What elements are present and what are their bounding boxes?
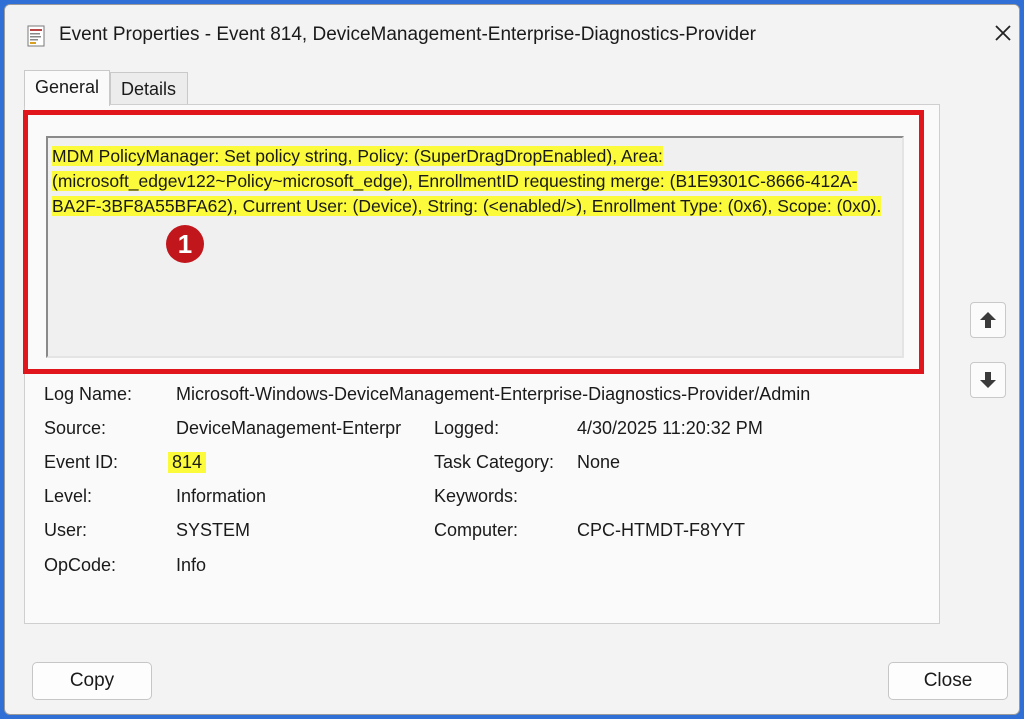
tab-details[interactable]: Details [110, 72, 188, 106]
next-event-button[interactable] [970, 362, 1006, 398]
event-id-label: Event ID: [44, 452, 119, 472]
source-label: Source: [44, 418, 107, 438]
computer-value: CPC-HTMDT-F8YYT [577, 520, 745, 540]
user-label: User: [44, 520, 88, 540]
event-description: MDM PolicyManager: Set policy string, Po… [52, 146, 882, 216]
title-bar[interactable]: Event Properties - Event 814, DeviceMana… [5, 5, 1019, 63]
user-value: SYSTEM [176, 520, 251, 540]
level-label: Level: [44, 486, 93, 506]
tab-general-label: General [35, 77, 100, 97]
window-title: Event Properties - Event 814, DeviceMana… [59, 24, 756, 45]
keywords-label: Keywords: [434, 486, 519, 506]
logged-value: 4/30/2025 11:20:32 PM [577, 418, 763, 438]
event-viewer-icon [27, 25, 45, 47]
copy-button[interactable]: Copy [32, 662, 152, 700]
level-value: Information [176, 486, 267, 506]
event-id-value: 814 [168, 452, 207, 473]
opcode-value: Info [176, 555, 207, 575]
opcode-label: OpCode: [44, 555, 117, 575]
task-category-label: Task Category: [434, 452, 555, 472]
task-category-value: None [577, 452, 621, 472]
close-button[interactable]: Close [888, 662, 1008, 700]
arrow-down-icon [980, 372, 996, 388]
computer-label: Computer: [434, 520, 519, 540]
annotation-badge: 1 [166, 225, 204, 263]
log-name-label: Log Name: [44, 384, 133, 404]
previous-event-button[interactable] [970, 302, 1006, 338]
logged-label: Logged: [434, 418, 500, 438]
tab-general[interactable]: General [24, 70, 110, 106]
source-value: DeviceManagement-Enterpr [176, 418, 402, 438]
arrow-up-icon [980, 312, 996, 328]
tab-details-label: Details [121, 79, 177, 99]
log-name-value: Microsoft-Windows-DeviceManagement-Enter… [176, 384, 811, 404]
close-icon[interactable] [991, 21, 1015, 45]
